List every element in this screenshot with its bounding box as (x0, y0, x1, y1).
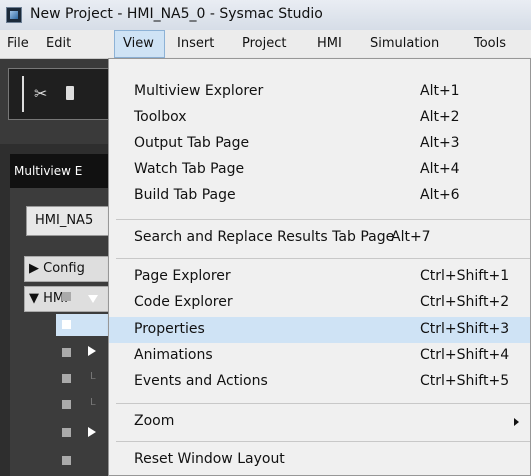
menu-tools[interactable]: Tools (474, 30, 506, 58)
menu-item-shortcut: Ctrl+Shift+4 (420, 347, 510, 363)
app-icon[interactable] (6, 7, 22, 23)
menu-item-shortcut: Ctrl+Shift+5 (420, 373, 510, 389)
menu-item-label: Animations (134, 347, 213, 363)
tree-line-icon: L (90, 397, 96, 408)
menu-item-label: Zoom (134, 413, 175, 429)
menu-item-shortcut: Alt+7 (391, 229, 431, 245)
menu-item-shortcut: Alt+1 (420, 83, 460, 99)
menu-item-label: Toolbox (134, 109, 187, 125)
expand-arrow-icon[interactable] (88, 427, 96, 437)
menu-item-shortcut: Ctrl+Shift+2 (420, 294, 510, 310)
menu-hmi[interactable]: HMI (317, 30, 342, 58)
menu-file[interactable]: File (7, 30, 29, 58)
menu-separator (116, 258, 530, 259)
tree-node-icon (62, 320, 71, 329)
toolbar-separator (22, 76, 24, 112)
menu-item-shortcut: Alt+6 (420, 187, 460, 203)
tree-node-icon (62, 292, 71, 301)
menu-separator (116, 219, 530, 220)
menu-item-label: Output Tab Page (134, 135, 250, 151)
tree-node-icon (62, 400, 71, 409)
menu-view[interactable]: View (114, 30, 165, 58)
menu-item-label: Code Explorer (134, 294, 233, 310)
menu-item-animations[interactable]: Animations Ctrl+Shift+4 (109, 343, 530, 369)
window-title: New Project - HMI_NA5_0 - Sysmac Studio (30, 6, 323, 22)
menu-item-search-replace-results[interactable]: Search and Replace Results Tab Page Alt+… (109, 225, 530, 251)
copy-icon[interactable] (66, 86, 74, 100)
menu-separator (116, 403, 530, 404)
menu-item-label: Search and Replace Results Tab Page (134, 229, 395, 245)
tree-node-icon (62, 348, 71, 357)
multiview-explorer-title: Multiview E (10, 154, 120, 188)
menu-item-label: Properties (134, 321, 205, 337)
menu-item-label: Multiview Explorer (134, 83, 264, 99)
menu-item-label: Page Explorer (134, 268, 231, 284)
menu-item-code-explorer[interactable]: Code Explorer Ctrl+Shift+2 (109, 290, 530, 316)
menu-item-label: Build Tab Page (134, 187, 236, 203)
menu-item-page-explorer[interactable]: Page Explorer Ctrl+Shift+1 (109, 264, 530, 290)
menu-item-toolbox[interactable]: Toolbox Alt+2 (109, 105, 530, 131)
expand-arrow-icon[interactable] (88, 295, 98, 303)
menu-edit[interactable]: Edit (46, 30, 71, 58)
menu-item-label: Watch Tab Page (134, 161, 245, 177)
cut-icon[interactable]: ✂ (34, 84, 47, 103)
menu-item-shortcut: Alt+4 (420, 161, 460, 177)
tree-node-icon (62, 428, 71, 437)
menu-item-zoom[interactable]: Zoom (109, 409, 530, 435)
tree-line-icon: L (90, 371, 96, 382)
menu-item-label: Events and Actions (134, 373, 268, 389)
menu-item-build-tab-page[interactable]: Build Tab Page Alt+6 (109, 183, 530, 209)
menu-item-label: Reset Window Layout (134, 451, 285, 467)
menu-item-reset-window-layout[interactable]: Reset Window Layout (109, 447, 530, 473)
submenu-arrow-icon (514, 418, 519, 426)
menu-project[interactable]: Project (242, 30, 286, 58)
menu-item-shortcut: Alt+3 (420, 135, 460, 151)
tree-item-hmi[interactable]: ▼ HMI (24, 286, 120, 312)
menu-item-multiview-explorer[interactable]: Multiview Explorer Alt+1 (109, 79, 530, 105)
menu-item-output-tab-page[interactable]: Output Tab Page Alt+3 (109, 131, 530, 157)
menu-simulation[interactable]: Simulation (370, 30, 439, 58)
menu-item-shortcut: Alt+2 (420, 109, 460, 125)
menu-item-watch-tab-page[interactable]: Watch Tab Page Alt+4 (109, 157, 530, 183)
toolbar-group (8, 68, 118, 120)
menu-separator (116, 441, 530, 442)
menu-item-shortcut: Ctrl+Shift+1 (420, 268, 510, 284)
menu-insert[interactable]: Insert (177, 30, 214, 58)
tree-item-configurations[interactable]: ▶ Config (24, 256, 120, 282)
tree-node-icon (62, 374, 71, 383)
menu-item-events-and-actions[interactable]: Events and Actions Ctrl+Shift+5 (109, 369, 530, 395)
menu-item-properties[interactable]: Properties Ctrl+Shift+3 (109, 317, 530, 343)
device-selector[interactable]: HMI_NA5 (26, 206, 118, 236)
menu-item-shortcut: Ctrl+Shift+3 (420, 321, 510, 337)
tree-node-icon (62, 456, 71, 465)
expand-arrow-icon[interactable] (88, 346, 96, 356)
